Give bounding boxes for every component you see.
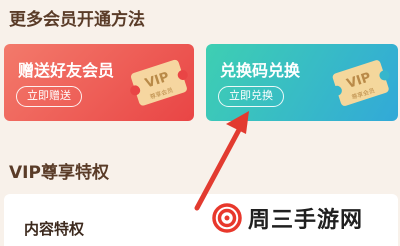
watermark-text: 周三手游网 xyxy=(248,208,364,233)
watermark: 周三手游网 xyxy=(212,202,363,234)
watermark-logo-icon xyxy=(212,203,242,233)
